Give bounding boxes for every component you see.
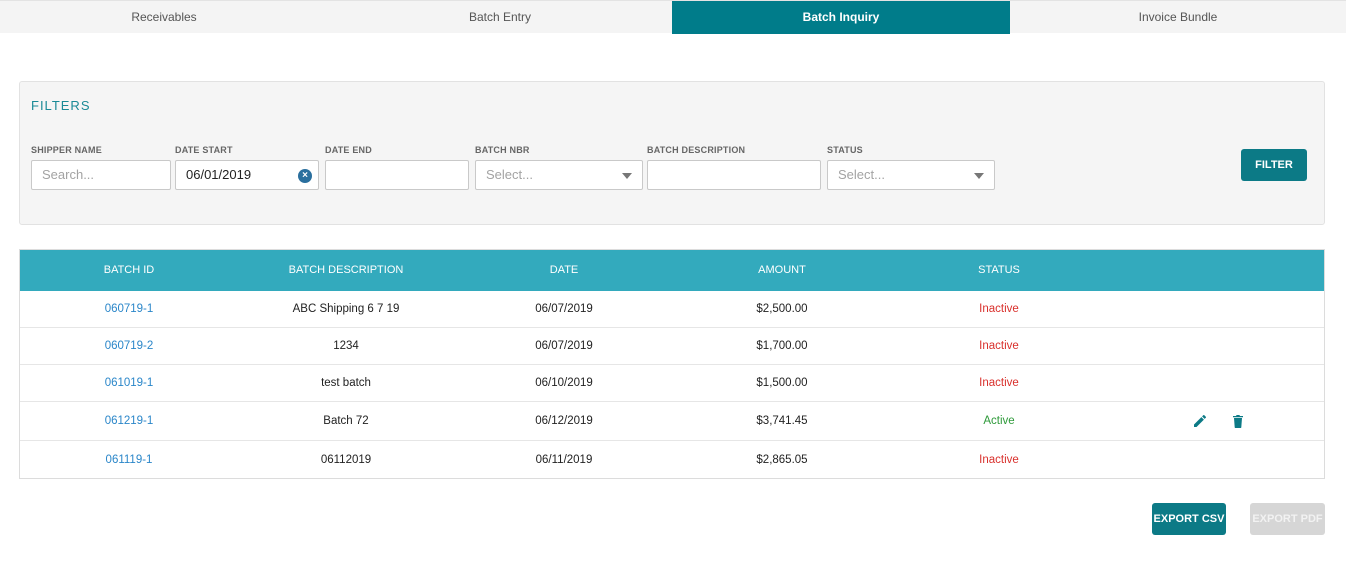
date-start-value: 06/01/2019 [186,167,252,182]
shipper-name-placeholder: Search... [42,167,95,182]
tab-receivables[interactable]: Receivables [0,1,328,34]
amount-cell: $1,700.00 [756,340,808,352]
date-start-input[interactable]: 06/01/2019 × [175,160,319,190]
batch-nbr-placeholder: Select... [486,167,533,182]
batch-nbr-label: BATCH NBR [475,145,530,155]
filters-title: FILTERS [31,98,91,113]
table-row: 061219-1 Batch 72 06/12/2019 $3,741.45 A… [20,402,1324,441]
trash-icon[interactable] [1230,413,1246,429]
header-amount[interactable]: AMOUNT [674,250,890,291]
actions-cell [1108,402,1324,440]
date-cell: 06/11/2019 [535,453,593,466]
date-end-input[interactable] [325,160,469,190]
actions-cell [1108,441,1324,478]
batch-description-cell: 1234 [333,340,359,352]
amount-cell: $3,741.45 [756,415,808,427]
batch-description-input[interactable] [647,160,821,190]
chevron-down-icon [622,173,632,179]
header-status[interactable]: STATUS [890,250,1108,291]
header-batch-description[interactable]: BATCH DESCRIPTION [238,250,454,291]
shipper-name-input[interactable]: Search... [31,160,171,190]
status-placeholder: Select... [838,167,885,182]
date-end-label: DATE END [325,145,372,155]
batch-description-cell: Batch 72 [323,415,369,427]
date-cell: 06/07/2019 [535,340,593,352]
amount-cell: $2,865.05 [756,453,808,466]
batch-id-link[interactable]: 061219-1 [105,415,154,427]
batch-description-cell: 06112019 [320,453,372,466]
chevron-down-icon [974,173,984,179]
status-cell: Active [983,415,1015,427]
table-row: 061019-1 test batch 06/10/2019 $1,500.00… [20,365,1324,402]
batch-description-cell: test batch [321,377,371,389]
clear-icon[interactable]: × [298,169,312,183]
date-start-label: DATE START [175,145,233,155]
actions-cell [1108,365,1324,401]
date-cell: 06/07/2019 [535,303,593,315]
table-row: 061119-1 06112019 06/11/2019 $2,865.05 I… [20,441,1324,478]
tab-invoice-bundle[interactable]: Invoice Bundle [1010,1,1346,34]
header-actions [1108,250,1324,291]
filter-button[interactable]: FILTER [1241,149,1307,181]
table-header: BATCH ID BATCH DESCRIPTION DATE AMOUNT S… [20,250,1324,291]
batch-description-label: BATCH DESCRIPTION [647,145,746,155]
header-date[interactable]: DATE [454,250,674,291]
actions-cell [1108,291,1324,327]
batch-id-link[interactable]: 061119-1 [106,454,153,466]
amount-cell: $2,500.00 [756,303,808,315]
batch-table: BATCH ID BATCH DESCRIPTION DATE AMOUNT S… [19,249,1325,479]
batch-id-link[interactable]: 060719-1 [105,303,154,315]
table-row: 060719-2 1234 06/07/2019 $1,700.00 Inact… [20,328,1324,365]
amount-cell: $1,500.00 [756,377,808,389]
table-row: 060719-1 ABC Shipping 6 7 19 06/07/2019 … [20,291,1324,328]
batch-nbr-select[interactable]: Select... [475,160,643,190]
filters-panel: FILTERS SHIPPER NAME Search... DATE STAR… [19,81,1325,225]
status-cell: Inactive [979,377,1019,389]
status-select[interactable]: Select... [827,160,995,190]
batch-description-cell: ABC Shipping 6 7 19 [292,303,400,315]
tab-batch-entry[interactable]: Batch Entry [328,1,672,34]
date-cell: 06/12/2019 [535,415,593,427]
pencil-icon[interactable] [1192,413,1208,429]
export-csv-button[interactable]: EXPORT CSV [1152,503,1226,535]
export-pdf-button[interactable]: EXPORT PDF [1250,503,1325,535]
status-label: STATUS [827,145,863,155]
status-cell: Inactive [979,303,1019,315]
batch-id-link[interactable]: 060719-2 [105,340,154,352]
tab-bar: Receivables Batch Entry Batch Inquiry In… [0,0,1346,34]
date-cell: 06/10/2019 [535,377,593,389]
shipper-name-label: SHIPPER NAME [31,145,102,155]
actions-cell [1108,328,1324,364]
status-cell: Inactive [979,340,1019,352]
batch-id-link[interactable]: 061019-1 [105,377,154,389]
status-cell: Inactive [979,453,1019,466]
header-batch-id[interactable]: BATCH ID [20,250,238,291]
tab-batch-inquiry[interactable]: Batch Inquiry [672,1,1010,34]
